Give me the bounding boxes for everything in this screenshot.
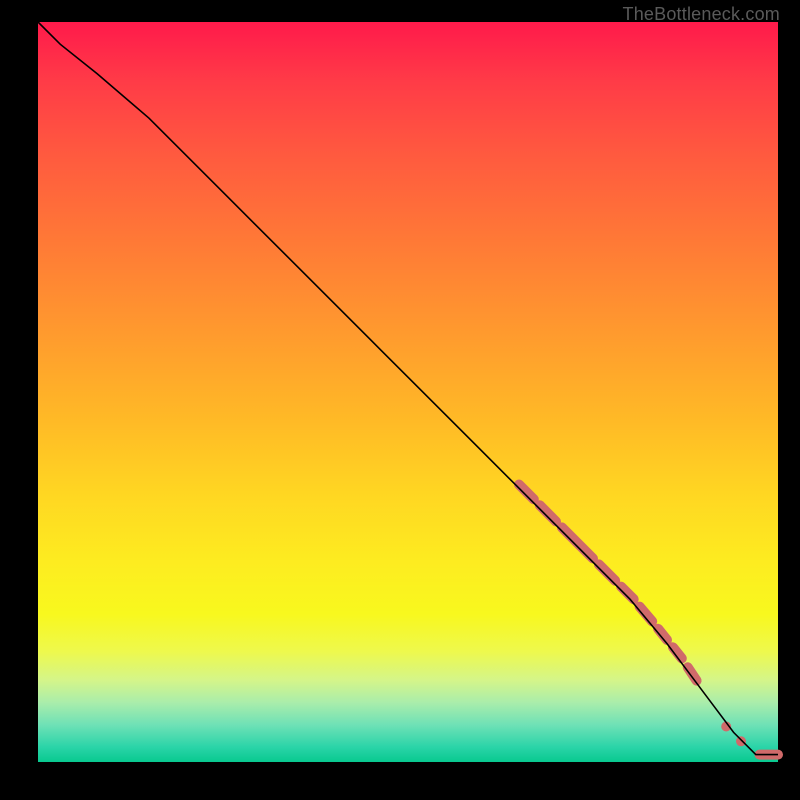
marker-segment [519, 485, 534, 500]
plot-area [38, 22, 778, 762]
chart-frame: TheBottleneck.com [0, 0, 800, 800]
markers-layer [519, 485, 778, 755]
marker-dot [736, 736, 746, 746]
marker-segment [540, 505, 556, 521]
marker-segment [599, 564, 615, 580]
curve-line [38, 22, 778, 755]
chart-svg [38, 22, 778, 762]
marker-segment [562, 527, 593, 558]
